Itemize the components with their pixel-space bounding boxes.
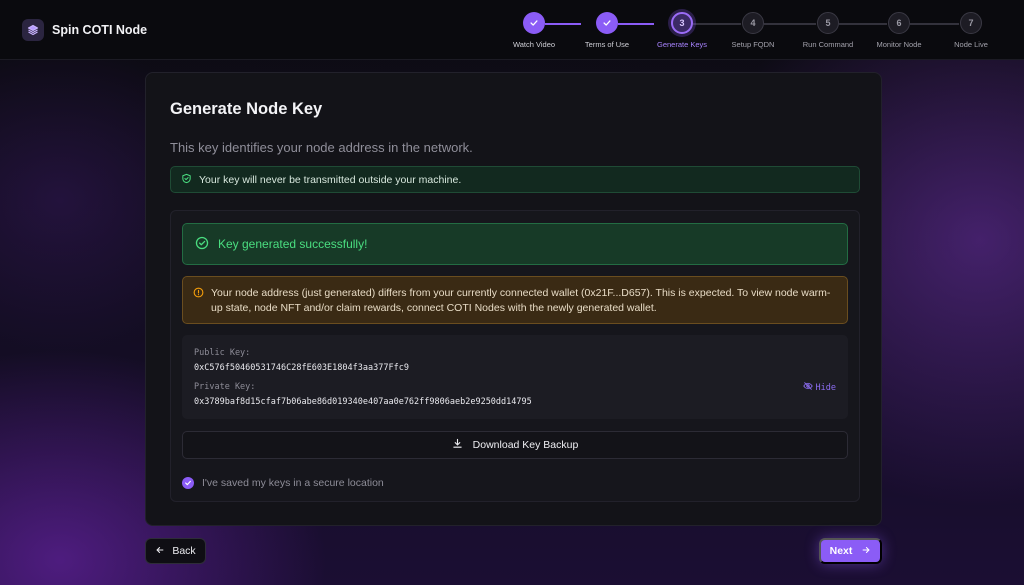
hide-label: Hide: [815, 382, 836, 393]
step-label: Monitor Node: [876, 40, 922, 49]
step-label: Terms of Use: [584, 40, 630, 49]
eye-off-icon: [802, 381, 813, 394]
privacy-notice-text: Your key will never be transmitted outsi…: [199, 173, 462, 186]
check-icon: [523, 12, 545, 34]
step-label: Generate Keys: [656, 40, 708, 49]
key-result-panel: Key generated successfully! Your node ad…: [170, 210, 860, 502]
wallet-mismatch-warning: Your node address (just generated) diffe…: [182, 276, 848, 324]
step-watch-video[interactable]: Watch Video: [494, 12, 574, 49]
public-key-value[interactable]: 0xC576f50460531746C28fE603E1804f3aa377Ff…: [194, 363, 409, 373]
download-key-backup-button[interactable]: Download Key Backup: [182, 431, 848, 459]
step-number: 7: [960, 12, 982, 34]
progress-stepper: Watch Video Terms of Use 3 Generate Keys…: [0, 0, 1024, 60]
confirm-label: I've saved my keys in a secure location: [202, 477, 384, 489]
step-number: 5: [817, 12, 839, 34]
step-monitor-node[interactable]: 6 Monitor Node: [859, 12, 939, 49]
page-subtitle: This key identifies your node address in…: [170, 140, 473, 155]
shield-check-icon: [181, 173, 192, 187]
step-setup-fqdn[interactable]: 4 Setup FQDN: [713, 12, 793, 49]
success-text: Key generated successfully!: [218, 237, 368, 251]
public-key-label: Public Key:: [194, 348, 251, 358]
arrow-left-icon: [155, 545, 165, 558]
key-display: Public Key: 0xC576f50460531746C28fE603E1…: [182, 335, 848, 419]
next-label: Next: [829, 545, 853, 557]
back-button[interactable]: Back: [145, 538, 206, 564]
success-banner: Key generated successfully!: [182, 223, 848, 265]
step-label: Node Live: [954, 40, 988, 49]
step-terms-of-use[interactable]: Terms of Use: [567, 12, 647, 49]
top-bar: Spin COTI Node Watch Video Terms of Use …: [0, 0, 1024, 60]
step-node-live[interactable]: 7 Node Live: [931, 12, 1011, 49]
warning-text: Your node address (just generated) diffe…: [211, 287, 831, 314]
check-circle-icon: [195, 236, 209, 253]
saved-keys-confirmation[interactable]: I've saved my keys in a secure location: [182, 477, 384, 489]
step-number: 6: [888, 12, 910, 34]
step-number: 3: [671, 12, 693, 34]
saved-keys-checkbox[interactable]: [182, 477, 194, 489]
private-key-value[interactable]: 0x3789baf8d15cfaf7b06abe86d019340e407aa0…: [194, 397, 532, 407]
private-key-label: Private Key:: [194, 382, 256, 392]
step-label: Watch Video: [512, 40, 556, 49]
page-title: Generate Node Key: [170, 100, 323, 118]
hide-private-key-button[interactable]: Hide: [802, 381, 836, 394]
back-label: Back: [172, 545, 196, 557]
step-label: Run Command: [802, 40, 854, 49]
step-number: 4: [742, 12, 764, 34]
alert-circle-icon: [193, 287, 204, 303]
step-label: Setup FQDN: [731, 40, 775, 49]
arrow-right-icon: [861, 545, 871, 558]
check-icon: [596, 12, 618, 34]
privacy-notice: Your key will never be transmitted outsi…: [170, 166, 860, 193]
download-icon: [452, 438, 463, 452]
generate-key-card: Generate Node Key This key identifies yo…: [145, 72, 882, 526]
next-button[interactable]: Next: [819, 538, 882, 564]
step-run-command[interactable]: 5 Run Command: [788, 12, 868, 49]
download-label: Download Key Backup: [472, 439, 579, 451]
step-generate-keys[interactable]: 3 Generate Keys: [642, 12, 722, 49]
